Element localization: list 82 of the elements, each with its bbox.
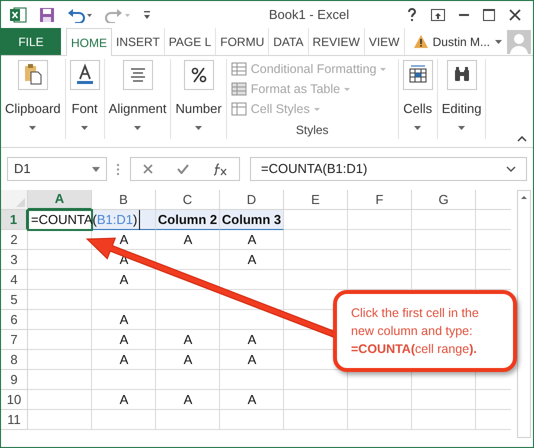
warning-icon: [414, 35, 428, 48]
save-icon[interactable]: [39, 7, 55, 23]
table-cell[interactable]: A: [92, 230, 156, 250]
table-icon: [230, 62, 247, 76]
vertical-scrollbar[interactable]: [517, 190, 531, 438]
row-header[interactable]: 3: [1, 250, 28, 270]
ribbon-group-button[interactable]: Number: [175, 59, 222, 130]
row-header[interactable]: 1: [1, 210, 28, 230]
help-icon[interactable]: [407, 8, 417, 22]
column-header[interactable]: A: [28, 190, 92, 210]
row-header[interactable]: 9: [1, 370, 28, 390]
close-icon[interactable]: [509, 9, 521, 21]
caret-icon[interactable]: [134, 126, 142, 130]
window-title: Book1 - Excel: [268, 6, 350, 24]
row-header[interactable]: 7: [1, 330, 28, 350]
table-cell[interactable]: A: [156, 230, 220, 250]
name-box[interactable]: D1: [7, 157, 107, 181]
table-cell[interactable]: A: [92, 310, 156, 330]
column-header[interactable]: D: [220, 190, 284, 210]
group-label: Styles: [296, 122, 329, 139]
table-cell[interactable]: A: [156, 330, 220, 350]
row-header[interactable]: 8: [1, 350, 28, 370]
caret-icon[interactable]: [92, 166, 100, 172]
insert-function-icon[interactable]: [213, 162, 227, 176]
caret-icon[interactable]: [414, 126, 422, 130]
table-cell[interactable]: A: [92, 350, 156, 370]
ribbon-tab[interactable]: DATA: [269, 28, 308, 55]
caret-icon[interactable]: [81, 126, 88, 130]
table-icon: [230, 82, 247, 96]
file-tab[interactable]: FILE: [1, 28, 61, 55]
ribbon-group-button[interactable]: Clipboard: [5, 59, 61, 130]
customize-toolbar-icon[interactable]: [143, 10, 151, 20]
column-header[interactable]: C: [156, 190, 220, 210]
row-header[interactable]: 2: [1, 230, 28, 250]
caret-icon[interactable]: [195, 126, 202, 130]
table-icon: [230, 102, 247, 116]
ribbon-group-button[interactable]: Alignment: [108, 59, 166, 130]
ribbon-tab[interactable]: REVIEW: [308, 28, 365, 55]
formula-input[interactable]: =COUNTA(B1:D1): [250, 157, 527, 181]
maximize-icon[interactable]: [483, 9, 495, 21]
ribbon-tab[interactable]: VIEW: [364, 28, 405, 55]
column-header[interactable]: E: [284, 190, 348, 210]
table-cell[interactable]: A: [220, 390, 284, 410]
collapse-ribbon-icon[interactable]: [517, 136, 527, 142]
table-cell[interactable]: A: [156, 350, 220, 370]
table-cell[interactable]: A: [220, 250, 284, 270]
more-options-icon[interactable]: [117, 164, 120, 174]
ribbon-group-button[interactable]: Cells: [402, 59, 433, 130]
enter-check-icon[interactable]: [177, 164, 189, 174]
undo-icon[interactable]: [67, 7, 93, 23]
row-header[interactable]: 10: [1, 390, 28, 410]
ribbon-display-icon[interactable]: [431, 9, 445, 21]
cancel-icon[interactable]: [143, 164, 153, 174]
table-cell[interactable]: A: [92, 270, 156, 290]
ribbon-tab[interactable]: HOME: [66, 28, 112, 56]
ribbon-tab[interactable]: INSERT: [112, 28, 165, 55]
caret-icon[interactable]: [495, 40, 502, 44]
user-name[interactable]: Dustin M...: [432, 32, 490, 50]
column-header[interactable]: F: [348, 190, 412, 210]
row-header[interactable]: 4: [1, 270, 28, 290]
column-header[interactable]: B: [92, 190, 156, 210]
caret-icon[interactable]: [29, 126, 36, 130]
expand-icon[interactable]: [506, 166, 516, 172]
table-cell[interactable]: A: [220, 230, 284, 250]
caret-icon[interactable]: [458, 126, 466, 130]
ribbon-group-button[interactable]: Font: [70, 59, 100, 130]
table-cell[interactable]: A: [92, 330, 156, 350]
row-header[interactable]: 6: [1, 310, 28, 330]
ribbon-tab[interactable]: FORMU: [216, 28, 270, 55]
table-cell[interactable]: A: [92, 390, 156, 410]
table-cell[interactable]: A: [220, 330, 284, 350]
row-header[interactable]: 5: [1, 290, 28, 310]
table-cell[interactable]: Column 2: [156, 210, 220, 230]
ribbon-tab[interactable]: PAGE L: [164, 28, 216, 55]
column-header[interactable]: G: [412, 190, 476, 210]
row-header[interactable]: 11: [1, 410, 28, 430]
table-cell[interactable]: A: [220, 350, 284, 370]
callout-text: Click the first cell in the new column and type: =COUNTA(cell range).: [351, 305, 480, 358]
table-cell[interactable]: A: [156, 390, 220, 410]
ribbon-group-button[interactable]: Editing: [442, 59, 482, 130]
excel-logo-icon: [9, 6, 27, 24]
table-cell[interactable]: Column 3: [220, 210, 284, 230]
